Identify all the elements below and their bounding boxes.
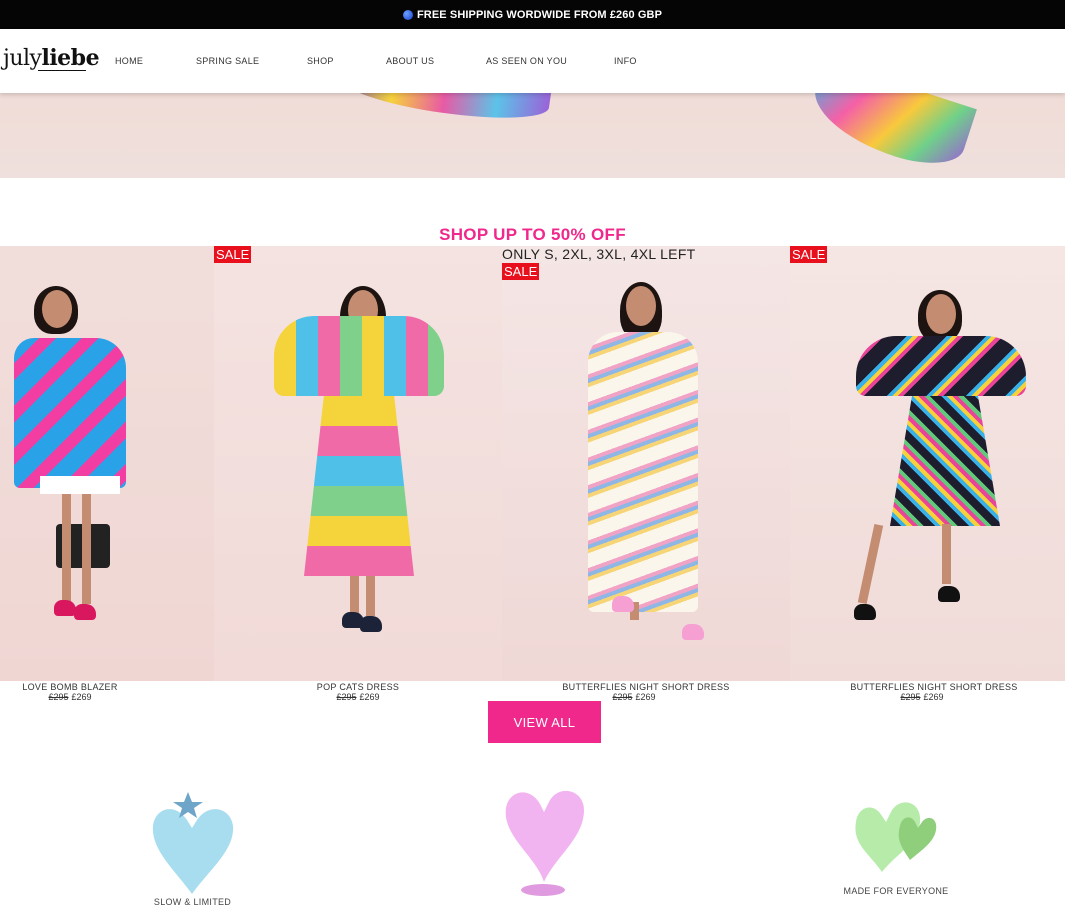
current-price: £269 bbox=[923, 692, 944, 702]
product-price-1: £295 £269 bbox=[0, 692, 140, 702]
pink-heart-icon bbox=[505, 790, 584, 896]
blue-heart-star-icon bbox=[152, 792, 234, 894]
current-price: £269 bbox=[71, 692, 92, 702]
sale-badge-butterflies-1: SALE bbox=[502, 263, 540, 280]
logo-bold: liebe bbox=[41, 45, 100, 71]
product-price-2: £295 £269 bbox=[288, 692, 428, 702]
announcement-text: FREE SHIPPING WORDWIDE FROM £260 GBP bbox=[416, 8, 663, 21]
current-price: £269 bbox=[635, 692, 656, 702]
feature-label-made-for-everyone: MADE FOR EVERYONE bbox=[843, 886, 949, 896]
nav-as-seen-on-you[interactable]: AS SEEN ON YOU bbox=[486, 56, 567, 66]
product-name-1[interactable]: LOVE BOMB BLAZER bbox=[0, 682, 140, 692]
nav-home[interactable]: HOME bbox=[115, 56, 143, 66]
green-hearts-icon bbox=[855, 802, 937, 872]
view-all-button[interactable]: VIEW ALL bbox=[488, 701, 601, 743]
product-card-pop-cats-dress[interactable] bbox=[214, 246, 502, 681]
product-card-love-bomb-blazer[interactable] bbox=[0, 246, 214, 681]
nav-spring-sale[interactable]: SPRING SALE bbox=[196, 56, 259, 66]
old-price: £295 bbox=[336, 692, 357, 702]
scarf-image-left bbox=[338, 93, 552, 128]
product-card-butterflies-night-2[interactable] bbox=[790, 246, 1065, 681]
scarf-image-right bbox=[803, 93, 977, 177]
nav-shop[interactable]: SHOP bbox=[307, 56, 334, 66]
section-title: SHOP UP TO 50% OFF bbox=[439, 225, 626, 244]
sale-badge-pop-cats: SALE bbox=[214, 246, 252, 263]
product-card-butterflies-night-1[interactable] bbox=[502, 246, 790, 681]
announcement-bar: FREE SHIPPING WORDWIDE FROM £260 GBP bbox=[0, 0, 1065, 29]
old-price: £295 bbox=[900, 692, 921, 702]
product-name-4[interactable]: BUTTERFLIES NIGHT SHORT DRESS bbox=[834, 682, 1034, 692]
site-logo[interactable]: julyliebe bbox=[3, 45, 100, 71]
product-name-2[interactable]: POP CATS DRESS bbox=[288, 682, 428, 692]
old-price: £295 bbox=[48, 692, 69, 702]
product-name-3[interactable]: BUTTERFLIES NIGHT SHORT DRESS bbox=[546, 682, 746, 692]
current-price: £269 bbox=[359, 692, 380, 702]
globe-icon bbox=[402, 9, 413, 20]
main-nav: julyliebe HOME SPRING SALE SHOP ABOUT US… bbox=[0, 29, 1065, 93]
logo-underline bbox=[38, 70, 86, 71]
logo-light: july bbox=[3, 46, 42, 71]
product-price-4: £295 £269 bbox=[834, 692, 1010, 702]
nav-info[interactable]: INFO bbox=[614, 56, 637, 66]
stock-note: ONLY S, 2XL, 3XL, 4XL LEFT bbox=[502, 246, 696, 262]
sale-badge-butterflies-2: SALE bbox=[790, 246, 828, 263]
nav-about-us[interactable]: ABOUT US bbox=[386, 56, 434, 66]
hero-banner-image[interactable] bbox=[0, 93, 1065, 178]
old-price: £295 bbox=[612, 692, 633, 702]
feature-label-slow-limited: SLOW & LIMITED bbox=[153, 897, 232, 907]
